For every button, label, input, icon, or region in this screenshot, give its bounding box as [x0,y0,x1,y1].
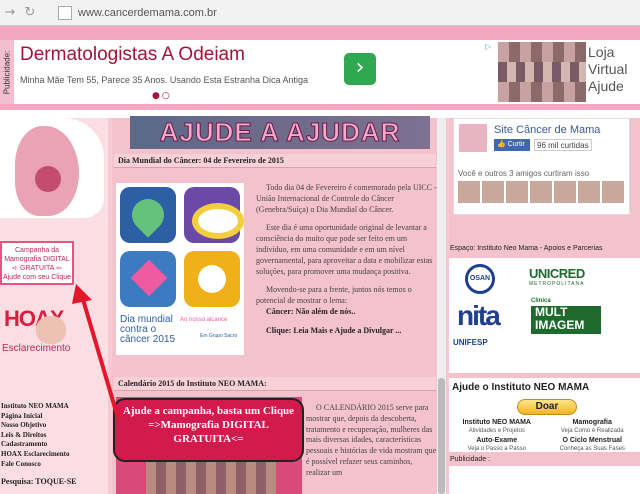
donate-widget: Ajude o Instituto NEO MAMA Doar Institut… [449,378,640,452]
image-caption: Dia mundial contra o câncer 2015 [120,314,176,345]
facebook-like-count: 96 mil curtidas [534,139,592,151]
osan-logo[interactable]: OSAN [465,264,495,294]
world-cancer-day-image[interactable]: Dia mundial contra o câncer 2015 Ao noss… [116,183,244,355]
forward-icon[interactable]: → [0,5,20,20]
clinica-label: Clínica [531,298,551,304]
post-title-2[interactable]: Calendário 2015 do Instituto NEO MAMA: [114,377,436,391]
donate-button[interactable]: Doar [517,399,577,415]
facebook-faces [458,181,624,203]
menu-item[interactable]: Instituto NEO MAMA [0,402,108,412]
post-title-1[interactable]: Dia Mundial do Câncer: 04 de Fevereiro d… [114,154,436,168]
banner-ajude[interactable]: AJUDE A AJUDAR [130,116,430,149]
campaign-line2: Mamografia DIGITAL [4,256,70,263]
unifesp-logo[interactable]: UNIFESP [453,338,488,347]
avatar[interactable] [482,181,504,203]
address-bar: → ↻ www.cancerdemama.com.br [0,0,640,26]
reload-icon[interactable]: ↻ [20,5,40,20]
sidebar-menu: Instituto NEO MAMA Página Inicial Nosso … [0,402,108,469]
unicred-logo[interactable]: UNICRED METROPOLITANA [529,266,585,287]
avatar[interactable] [578,181,600,203]
read-more-link[interactable]: Clique: Leia Mais e Ajude a Divulgar ... [266,326,401,335]
donate-link[interactable]: Auto-Exame Veja o Passo a Passo [449,436,545,454]
publicidade-box[interactable] [449,466,640,494]
avatar[interactable] [554,181,576,203]
ad-side-text[interactable]: Loja Virtual Ajude [588,44,638,95]
ad-banner[interactable]: Publicidade: Dermatologistas A Odeiam Mi… [0,40,640,104]
avatar[interactable] [602,181,624,203]
campaign-callout: Ajude a campanha, basta um Clique =>Mamo… [113,398,304,462]
paragraph: Este dia é uma oportunidade original de … [256,223,433,276]
partners-logos: OSAN UNICRED METROPOLITANA nita Clínica M… [449,258,640,373]
campaign-line3: ➪ GRATUITA ⇦ [12,265,62,272]
menu-item[interactable]: Página Inicial [0,412,108,422]
donate-link[interactable]: O Ciclo Menstrual Conheça as Suas Fases [545,436,640,454]
ad-headline[interactable]: Dermatologistas A Odeiam [20,44,245,66]
image-subcaption: Ao nosso alcance [180,317,228,323]
page-icon [58,5,72,20]
thumbs-up-icon: 👍 [497,141,506,148]
arrow-right-icon: ➪ [12,265,19,272]
menu-item[interactable]: Fale Conosco [0,460,108,470]
post-body-2: O CALENDÁRIO 2015 serve para mostrar que… [306,403,438,479]
donate-link[interactable]: Instituto NEO MAMA Atividades e Projetos [449,418,545,436]
facebook-widget: Site Câncer de Mama 👍 Curtir 96 mil curt… [453,118,630,215]
menu-item[interactable]: Nosso Objetivo [0,421,108,431]
multimagem-logo[interactable]: MULT IMAGEM [531,306,601,334]
esclarecimento-link[interactable]: Esclarecimento [2,343,70,354]
pesquisa-label: Pesquisa: TOQUE-SE [1,477,77,486]
nita-logo[interactable]: nita [457,300,501,332]
url-text[interactable]: www.cancerdemama.com.br [78,7,217,19]
facebook-page-avatar[interactable] [458,123,488,153]
paragraph: O CALENDÁRIO 2015 serve para mostrar que… [306,403,437,477]
ad-photo-collage[interactable] [498,42,586,102]
image-credit: Em Grupo Sacro [200,333,238,339]
heart-icon [120,251,176,307]
campaign-button[interactable]: Campanha da Mamografia DIGITAL ➪ GRATUIT… [0,241,74,285]
avatar[interactable] [506,181,528,203]
paragraph: Todo dia 04 de Fevereiro é comemorado pe… [256,183,437,214]
facebook-friends-text: Você e outros 3 amigos curtiram isso [458,169,590,178]
site-logo[interactable] [15,126,79,216]
partners-title: Espaço: Instituto Neo Mama - Apoios e Pa… [450,245,603,252]
facebook-page-title[interactable]: Site Câncer de Mama [494,124,600,136]
ad-pub-label: Publicidade: [0,40,14,104]
publicidade-label: Publicidade : [450,456,491,463]
menu-item[interactable]: HOAX Esclarecimento [0,450,108,460]
donate-links: Instituto NEO MAMA Atividades e Projetos … [449,418,640,454]
campaign-line1: Campanha da [15,247,59,254]
ad-carousel-dots[interactable]: ●○ [152,91,172,101]
campaign-line4: Ajude com seu Clique [2,274,72,281]
eye-icon [184,187,244,243]
facebook-like-button[interactable]: 👍 Curtir [494,139,530,151]
menu-item[interactable]: Leis & Direitos [0,431,108,441]
heart-apple-icon [120,187,176,243]
sun-icon [184,251,240,307]
menu-item[interactable]: Cadastramento [0,440,108,450]
arrow-left-icon: ⇦ [55,265,62,272]
donate-title: Ajude o Instituto NEO MAMA [452,382,590,393]
scrollbar-thumb[interactable] [438,378,445,494]
scrollbar[interactable] [437,118,446,494]
paragraph: Movendo-se para a frente, juntos nós tem… [256,285,412,306]
ad-subtext[interactable]: Minha Mãe Tem 55, Parece 35 Anos. Usando… [20,75,308,85]
ad-go-button[interactable]: › [344,53,376,85]
ad-info-icon[interactable]: ▷ [485,42,491,51]
slogan: Câncer: Não além de nós.. [266,306,356,316]
donate-link[interactable]: Mamografia Veja Como é Realizada [545,418,640,436]
hoax-figure [36,316,66,344]
avatar[interactable] [458,181,480,203]
avatar[interactable] [530,181,552,203]
post-body-1: Todo dia 04 de Fevereiro é comemorado pe… [256,183,438,345]
